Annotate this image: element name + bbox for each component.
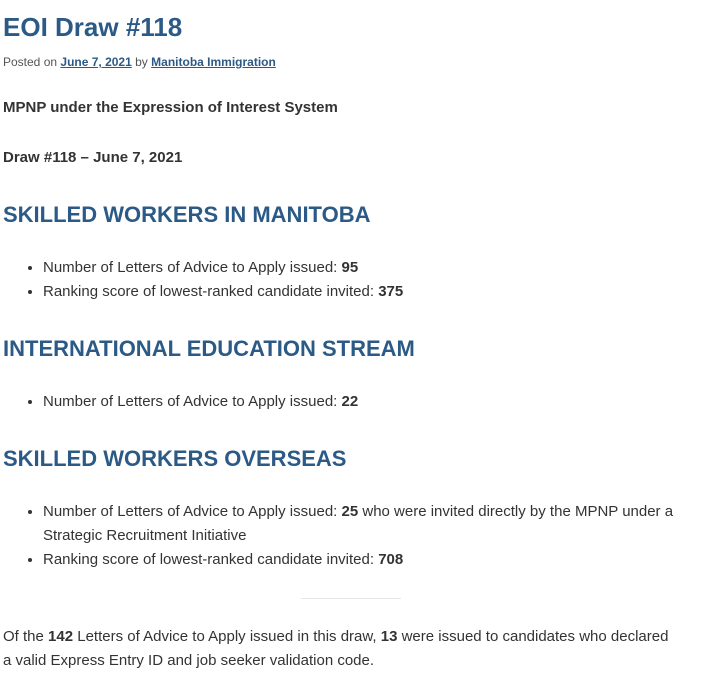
section-heading-skilled-workers-overseas: SKILLED WORKERS OVERSEAS [3, 446, 347, 471]
section-heading-international-education: INTERNATIONAL EDUCATION STREAM [3, 336, 415, 361]
international-education-list: Number of Letters of Advice to Apply iss… [27, 390, 683, 414]
post-title: EOI Draw #118 [3, 12, 183, 42]
item-value: 22 [341, 393, 359, 410]
item-label: Number of Letters of Advice to Apply iss… [43, 259, 342, 276]
item-value: 375 [378, 283, 404, 300]
by-label: by [135, 55, 148, 69]
list-item: Number of Letters of Advice to Apply iss… [43, 500, 683, 548]
item-label: Number of Letters of Advice to Apply iss… [43, 503, 342, 520]
section-heading-skilled-workers-manitoba: SKILLED WORKERS IN MANITOBA [3, 202, 371, 227]
author-link[interactable]: Manitoba Immigration [151, 55, 276, 69]
item-value: 708 [378, 551, 404, 568]
list-item: Number of Letters of Advice to Apply iss… [43, 390, 683, 414]
closing-paragraph: Of the 142 Letters of Advice to Apply is… [3, 625, 673, 673]
skilled-workers-overseas-list: Number of Letters of Advice to Apply iss… [27, 500, 683, 572]
post-meta: Posted on June 7, 2021 by Manitoba Immig… [3, 54, 276, 70]
item-value: 95 [341, 259, 359, 276]
divider [301, 598, 401, 599]
list-item: Ranking score of lowest-ranked candidate… [43, 548, 683, 572]
skilled-workers-manitoba-list: Number of Letters of Advice to Apply iss… [27, 256, 683, 304]
item-label: Ranking score of lowest-ranked candidate… [43, 283, 379, 300]
post-date-link[interactable]: June 7, 2021 [60, 55, 131, 69]
system-heading: MPNP under the Expression of Interest Sy… [3, 99, 338, 116]
closing-text: Letters of Advice to Apply issued in thi… [73, 628, 381, 645]
list-item: Number of Letters of Advice to Apply iss… [43, 256, 683, 280]
posted-on-label: Posted on [3, 55, 58, 69]
item-label: Ranking score of lowest-ranked candidate… [43, 551, 379, 568]
closing-express-count: 13 [380, 628, 398, 645]
closing-total: 142 [48, 628, 74, 645]
item-label: Number of Letters of Advice to Apply iss… [43, 393, 342, 410]
draw-heading: Draw #118 – June 7, 2021 [3, 149, 183, 166]
item-value: 25 [341, 503, 359, 520]
list-item: Ranking score of lowest-ranked candidate… [43, 280, 683, 304]
closing-text: Of the [3, 628, 49, 645]
